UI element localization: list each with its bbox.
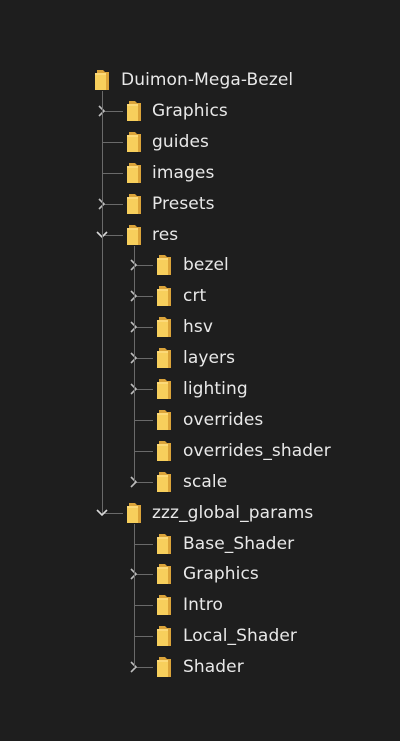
- folder-icon: [126, 502, 142, 524]
- tree-item-label: Intro: [183, 595, 223, 616]
- folder-icon: [126, 162, 142, 184]
- tree-item-overrides[interactable]: overrides: [156, 405, 263, 435]
- folder-icon: [156, 471, 172, 493]
- tree-item-label: res: [152, 224, 179, 245]
- tree-item-zzz-global-params[interactable]: zzz_global_params: [126, 498, 313, 528]
- tree-item-label: bezel: [183, 255, 229, 276]
- tree-item-label: Duimon-Mega-Bezel: [121, 70, 294, 90]
- tree-item-label: Base_Shader: [183, 533, 295, 554]
- tree-connector: [134, 544, 153, 545]
- tree-connector: [134, 420, 153, 421]
- tree-item-label: overrides_shader: [183, 440, 331, 461]
- tree-item-crt[interactable]: crt: [156, 281, 206, 311]
- folder-icon: [156, 347, 172, 369]
- tree-item-lighting[interactable]: lighting: [156, 374, 248, 404]
- tree-connector: [102, 142, 123, 143]
- tree-item-graphics[interactable]: Graphics: [126, 96, 228, 126]
- tree-item-label: lighting: [183, 379, 248, 399]
- tree-connector: [134, 605, 153, 606]
- folder-icon: [156, 285, 172, 307]
- tree-item-overrides-shader[interactable]: overrides_shader: [156, 436, 331, 466]
- tree-item-scale[interactable]: scale: [156, 467, 227, 497]
- tree-item-label: scale: [183, 471, 228, 492]
- tree-item-guides[interactable]: guides: [126, 127, 209, 157]
- tree-item-duimon-mega-bezel[interactable]: Duimon-Mega-Bezel: [94, 65, 293, 95]
- folder-icon: [126, 131, 142, 153]
- tree-item-res[interactable]: res: [126, 220, 178, 250]
- folder-icon: [126, 224, 142, 246]
- tree-item-label: Graphics: [183, 564, 259, 585]
- tree-guide-line: [102, 91, 103, 513]
- tree-item-label: zzz_global_params: [152, 502, 314, 523]
- folder-icon: [156, 656, 172, 678]
- folder-icon: [126, 193, 142, 215]
- tree-item-shader[interactable]: Shader: [156, 652, 244, 682]
- folder-icon: [156, 563, 172, 585]
- tree-item-hsv[interactable]: hsv: [156, 312, 213, 342]
- folder-icon: [156, 533, 172, 555]
- tree-item-label: images: [152, 162, 215, 183]
- tree-item-label: Shader: [183, 657, 244, 678]
- tree-item-layers[interactable]: layers: [156, 343, 235, 373]
- tree-item-label: Local_Shader: [183, 626, 297, 647]
- folder-icon: [94, 69, 110, 91]
- folder-icon: [156, 594, 172, 616]
- tree-connector: [102, 173, 123, 174]
- tree-item-label: Presets: [152, 193, 215, 214]
- tree-item-label: guides: [152, 131, 209, 152]
- tree-item-presets[interactable]: Presets: [126, 189, 215, 219]
- tree-connector: [134, 451, 153, 452]
- tree-item-graphics[interactable]: Graphics: [156, 559, 259, 589]
- tree-connector: [134, 636, 153, 637]
- tree-item-local-shader[interactable]: Local_Shader: [156, 621, 297, 651]
- folder-icon: [156, 409, 172, 431]
- tree-item-label: hsv: [183, 317, 213, 338]
- tree-item-label: Graphics: [152, 100, 228, 121]
- folder-icon: [126, 100, 142, 122]
- tree-item-images[interactable]: images: [126, 158, 214, 188]
- folder-icon: [156, 254, 172, 276]
- folder-icon: [156, 378, 172, 400]
- folder-icon: [156, 316, 172, 338]
- folder-tree: Duimon-Mega-Bezel Graphics guides images Pre…: [0, 0, 400, 741]
- tree-item-bezel[interactable]: bezel: [156, 250, 229, 280]
- tree-item-intro[interactable]: Intro: [156, 590, 223, 620]
- folder-icon: [156, 440, 172, 462]
- tree-item-base-shader[interactable]: Base_Shader: [156, 529, 294, 559]
- folder-icon: [156, 625, 172, 647]
- tree-item-label: overrides: [183, 409, 264, 430]
- tree-guide-line: [134, 246, 135, 482]
- tree-item-label: crt: [183, 286, 207, 307]
- tree-item-label: layers: [183, 348, 236, 369]
- tree-guide-line: [134, 524, 135, 668]
